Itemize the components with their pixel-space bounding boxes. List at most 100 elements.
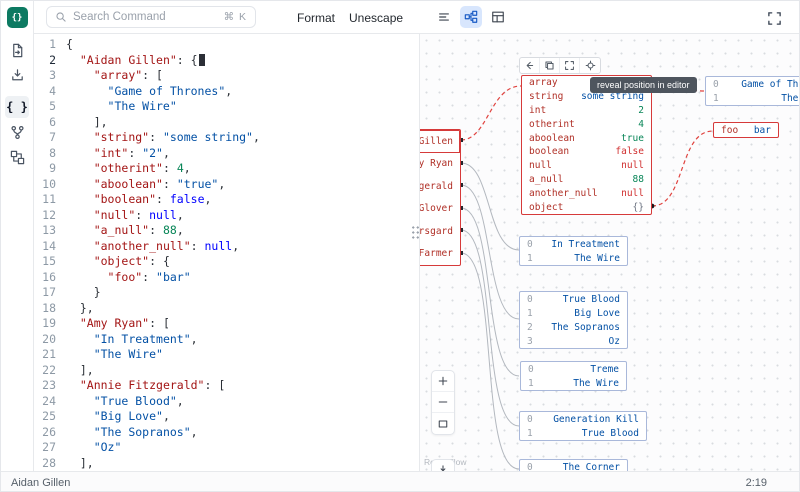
format-button[interactable]: Format xyxy=(297,1,335,34)
graph-node-amy-ryan-array[interactable]: 0In Treatment1The Wire xyxy=(519,236,628,266)
minus-icon xyxy=(437,396,449,408)
code-line[interactable]: "null": null, xyxy=(66,208,419,224)
node-row[interactable]: 1The Wire xyxy=(521,376,626,390)
json-code-editor[interactable]: 1234567891011121314151617181920212223242… xyxy=(34,34,419,471)
graph-node-alice-farmer-array[interactable]: 0The Corner xyxy=(519,459,628,471)
code-line[interactable]: ], xyxy=(66,456,419,472)
code-line[interactable]: "True Blood", xyxy=(66,394,419,410)
code-line[interactable]: "otherint": 4, xyxy=(66,161,419,177)
unescape-button[interactable]: Unescape xyxy=(349,1,403,34)
code-line[interactable]: "a_null": 88, xyxy=(66,223,419,239)
node-row[interactable]: 2The Sopranos xyxy=(520,320,627,334)
code-line[interactable]: "boolean": false, xyxy=(66,192,419,208)
code-lines[interactable]: { "Aidan Gillen": { "array": [ "Game of … xyxy=(66,34,419,471)
node-row[interactable]: 0Treme xyxy=(521,362,626,376)
flow-tools-icon[interactable] xyxy=(5,121,29,143)
node-row[interactable]: a_null88 xyxy=(522,173,651,187)
zoom-out-button[interactable] xyxy=(432,392,454,413)
node-row[interactable]: Alice Farmer xyxy=(419,243,460,266)
graph-view-button[interactable] xyxy=(460,6,482,28)
zoom-controls xyxy=(431,370,455,435)
node-row[interactable]: Amy Ryan xyxy=(419,153,460,176)
code-line[interactable]: "object": { xyxy=(66,254,419,270)
compare-nodes-icon[interactable] xyxy=(5,146,29,168)
list-view-button[interactable] xyxy=(433,6,455,28)
graph-node-foo-object[interactable]: foobar xyxy=(713,122,779,138)
line-number: 6 xyxy=(34,115,56,131)
zoom-in-button[interactable] xyxy=(432,371,454,392)
code-line[interactable]: "Oz" xyxy=(66,440,419,456)
code-line[interactable]: { xyxy=(66,37,419,53)
graph-node-root-keys[interactable]: Aidan GillenAmy RyanAnnie FitzgeraldAnwa… xyxy=(419,129,461,266)
node-row[interactable]: 1The Wire xyxy=(706,91,800,105)
code-line[interactable]: "Big Love", xyxy=(66,409,419,425)
code-line[interactable]: "aboolean": "true", xyxy=(66,177,419,193)
code-line[interactable]: ], xyxy=(66,363,419,379)
graph-node-annie-fitzgerald-array[interactable]: 0True Blood1Big Love2The Sopranos3Oz xyxy=(519,291,628,349)
node-row[interactable]: Alexander Skarsgard xyxy=(419,220,460,243)
breadcrumb-path: Aidan Gillen xyxy=(11,477,70,489)
line-number: 19 xyxy=(34,316,56,332)
line-number: 10 xyxy=(34,177,56,193)
node-row[interactable]: another_nullnull xyxy=(522,186,651,200)
graph-node-game-of-thrones-array[interactable]: 0Game of Thrones1The Wire xyxy=(705,76,800,106)
node-row[interactable]: otherint4 xyxy=(522,117,651,131)
table-view-button[interactable] xyxy=(487,6,509,28)
node-row[interactable]: 1The Wire xyxy=(520,251,627,265)
code-line[interactable]: "array": [ xyxy=(66,68,419,84)
code-line[interactable]: } xyxy=(66,285,419,301)
line-number: 14 xyxy=(34,239,56,255)
node-row[interactable]: 1True Blood xyxy=(520,426,646,440)
fit-view-button[interactable] xyxy=(432,413,454,434)
node-row[interactable]: 0In Treatment xyxy=(520,237,627,251)
graph-edge xyxy=(461,230,519,426)
search-input[interactable]: Search Command ⌘ K xyxy=(46,6,256,28)
code-line[interactable]: "Amy Ryan": [ xyxy=(66,316,419,332)
code-line[interactable]: "another_null": null, xyxy=(66,239,419,255)
node-row[interactable]: 3Oz xyxy=(520,334,627,348)
search-placeholder: Search Command xyxy=(73,11,218,23)
code-line[interactable]: "Annie Fitzgerald": [ xyxy=(66,378,419,394)
app-logo-icon[interactable]: {} xyxy=(7,7,28,28)
node-row[interactable]: 0Game of Thrones xyxy=(706,77,800,91)
node-row[interactable]: Aidan Gillen xyxy=(419,130,460,153)
fullscreen-button[interactable] xyxy=(763,7,785,29)
code-line[interactable]: ], xyxy=(66,115,419,131)
node-expand-button[interactable] xyxy=(560,58,580,73)
download-file-icon[interactable] xyxy=(5,64,29,86)
code-line[interactable]: "In Treatment", xyxy=(66,332,419,348)
code-line[interactable]: }, xyxy=(66,301,419,317)
node-reveal-button[interactable] xyxy=(580,58,600,73)
code-line[interactable]: "The Sopranos", xyxy=(66,425,419,441)
code-line[interactable]: "string": "some string", xyxy=(66,130,419,146)
code-line[interactable]: "The Wire" xyxy=(66,99,419,115)
graph-canvas[interactable]: Aidan GillenAmy RyanAnnie FitzgeraldAnwa… xyxy=(419,34,800,471)
node-back-button[interactable] xyxy=(520,58,540,73)
line-number: 24 xyxy=(34,394,56,410)
code-line[interactable]: "Game of Thrones", xyxy=(66,84,419,100)
node-row[interactable]: int2 xyxy=(522,104,651,118)
code-line[interactable]: "int": "2", xyxy=(66,146,419,162)
import-file-icon[interactable] xyxy=(5,39,29,61)
graph-node-anwan-glover-array[interactable]: 0Treme1The Wire xyxy=(520,361,627,391)
code-line[interactable]: "foo": "bar" xyxy=(66,270,419,286)
node-row[interactable]: nullnull xyxy=(522,159,651,173)
code-line[interactable]: "Aidan Gillen": { xyxy=(66,53,419,69)
node-row[interactable]: Anwan Glover xyxy=(419,198,460,221)
node-row[interactable]: abooleantrue xyxy=(522,131,651,145)
node-row[interactable]: booleanfalse xyxy=(522,145,651,159)
line-number: 18 xyxy=(34,301,56,317)
download-image-button[interactable] xyxy=(431,459,455,471)
code-line[interactable]: "The Wire" xyxy=(66,347,419,363)
graph-node-alexander-skarsgard-array[interactable]: 0Generation Kill1True Blood xyxy=(519,411,647,441)
node-row[interactable]: object{} xyxy=(522,200,651,214)
node-row[interactable]: 0The Corner xyxy=(520,460,627,471)
graph-node-aidan-gillen-object[interactable]: arraystringsome stringint2otherint4abool… xyxy=(521,75,652,215)
node-row[interactable]: foobar xyxy=(714,123,778,137)
json-editor-icon[interactable]: { } xyxy=(5,96,29,118)
node-row[interactable]: 0Generation Kill xyxy=(520,412,646,426)
node-row[interactable]: Annie Fitzgerald xyxy=(419,175,460,198)
node-copy-button[interactable] xyxy=(540,58,560,73)
node-row[interactable]: 0True Blood xyxy=(520,292,627,306)
node-row[interactable]: 1Big Love xyxy=(520,306,627,320)
